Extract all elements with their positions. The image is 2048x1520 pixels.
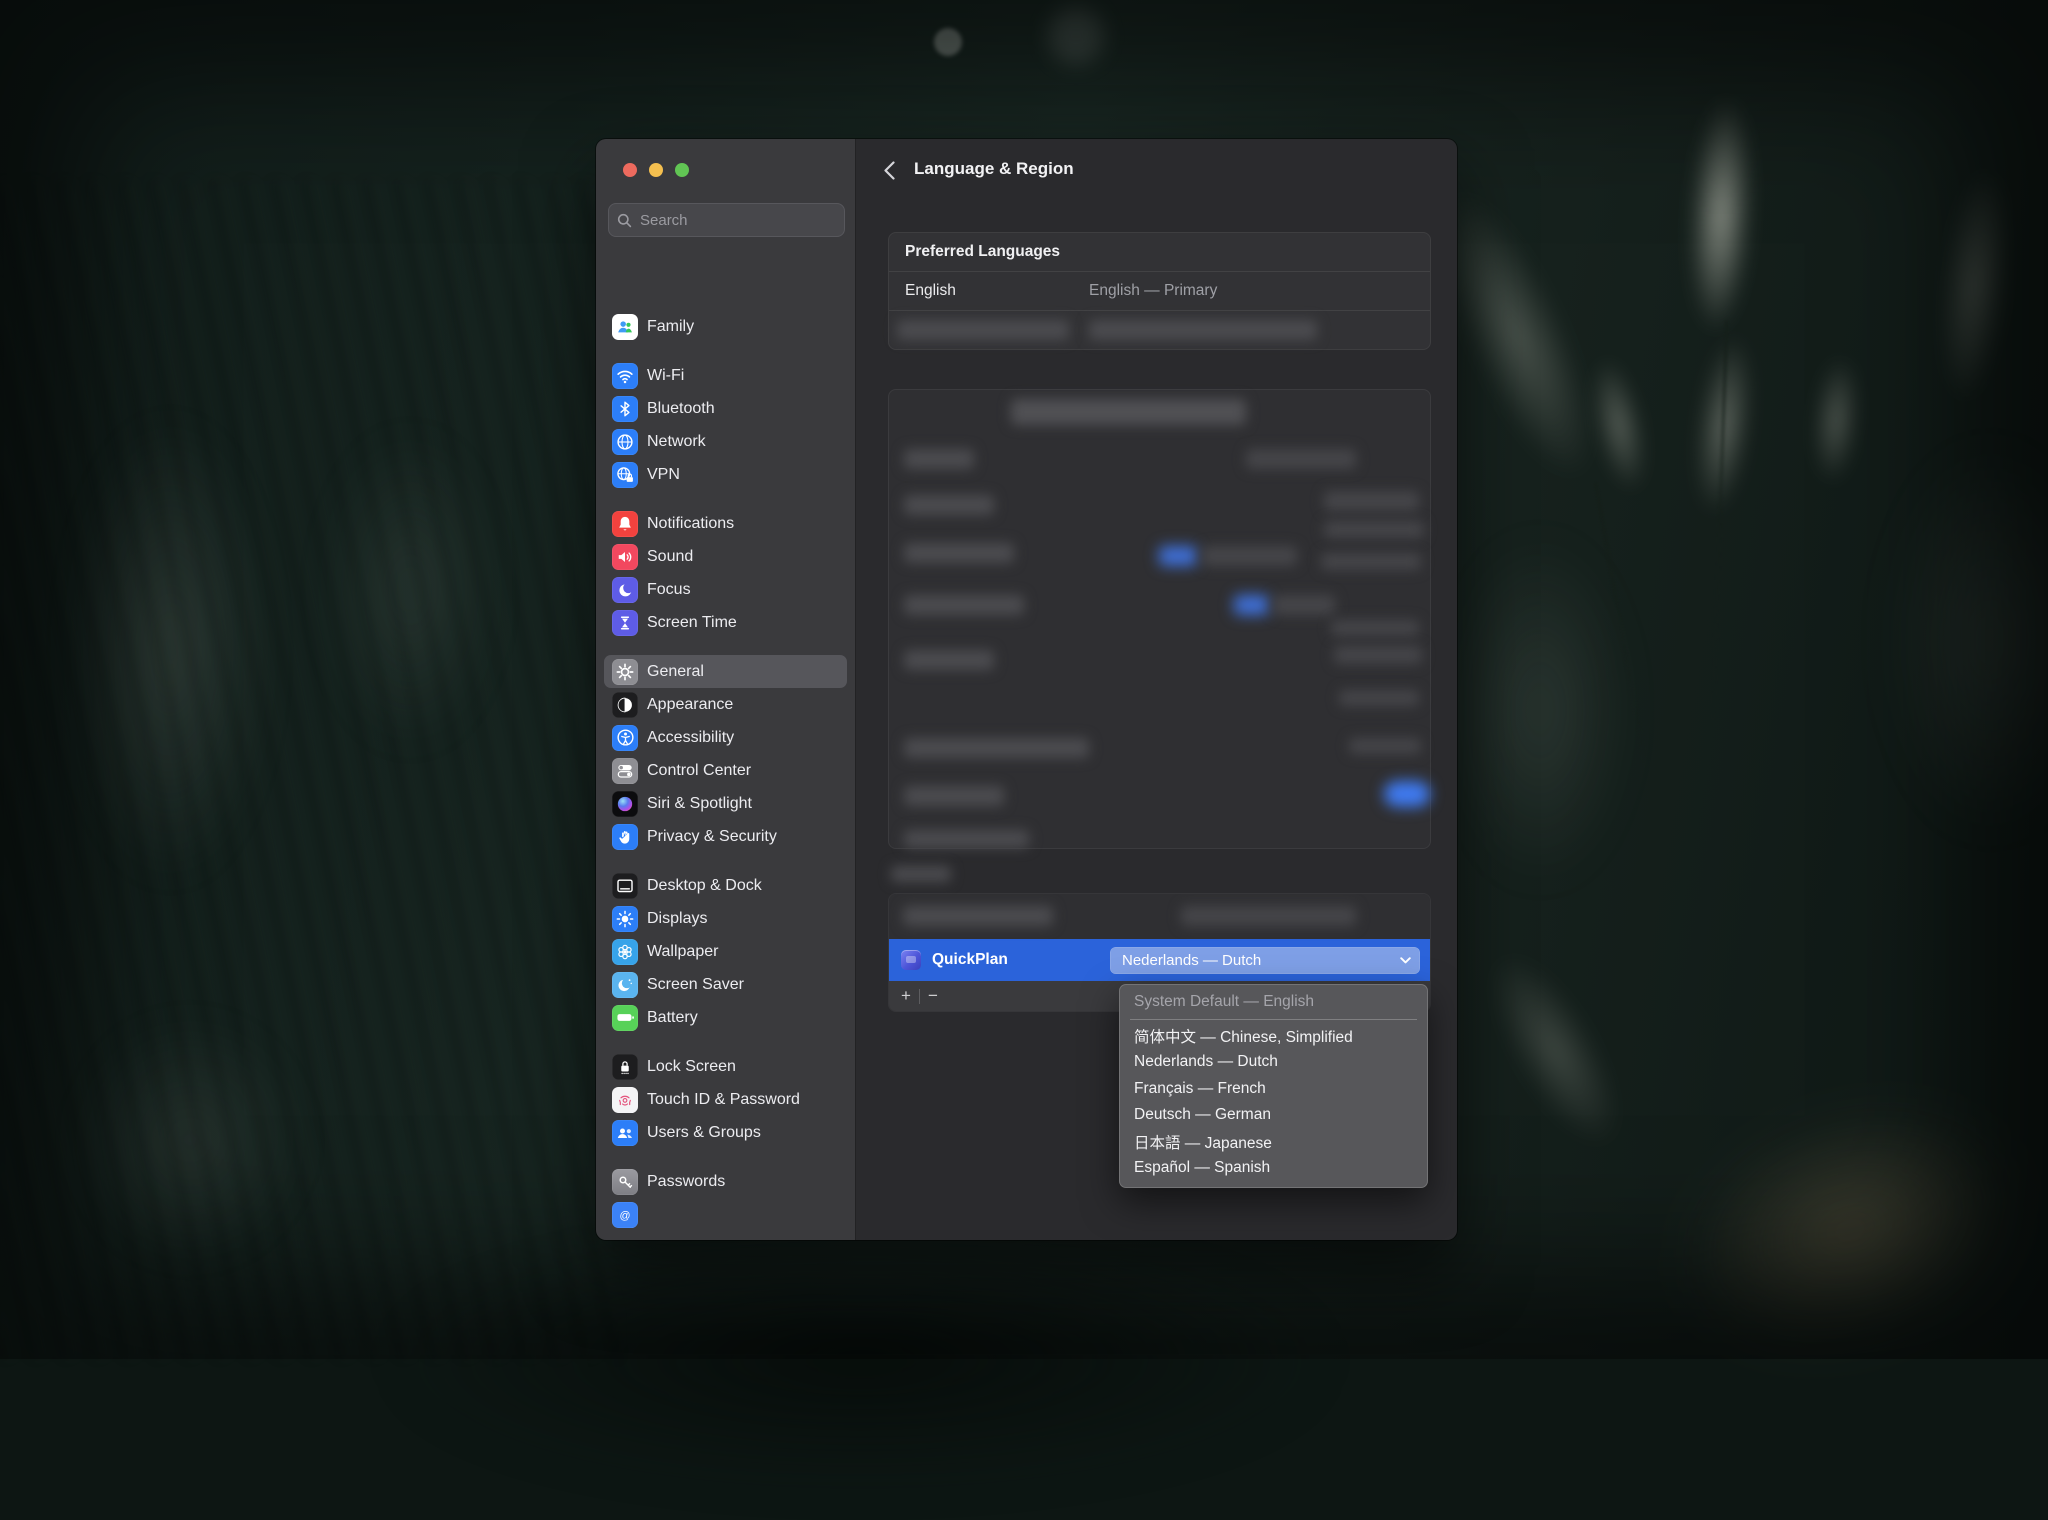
preferred-languages-header: Preferred Languages <box>905 243 1061 260</box>
back-button[interactable] <box>880 160 898 180</box>
app-language-select[interactable]: Nederlands — Dutch <box>1110 946 1420 974</box>
siri-orb-icon <box>612 790 638 817</box>
sidebar-item-vpn[interactable]: VPN <box>604 458 847 491</box>
sidebar-item-privacy-security[interactable]: Privacy & Security <box>604 820 847 853</box>
fingerprint-icon <box>612 1086 638 1113</box>
sidebar-item-general[interactable]: General <box>604 655 847 688</box>
sidebar-item-accessibility[interactable]: Accessibility <box>604 721 847 754</box>
close-button[interactable] <box>623 163 637 177</box>
accessibility-icon <box>612 724 638 751</box>
sidebar-item-focus[interactable]: Focus <box>604 573 847 606</box>
family-icon <box>612 313 638 340</box>
toggles-icon <box>612 757 638 784</box>
sidebar-item-siri-spotlight[interactable]: Siri & Spotlight <box>604 787 847 820</box>
sidebar-item-control-center[interactable]: Control Center <box>604 754 847 787</box>
add-app-button[interactable]: + <box>893 981 919 1011</box>
lock-icon <box>612 1053 638 1080</box>
moon-icon <box>612 576 638 603</box>
sidebar: Family Wi-Fi Bluetooth <box>596 139 856 1240</box>
app-row-quickplan[interactable]: QuickPlan Nederlands — Dutch <box>889 939 1430 981</box>
sidebar-item-users-groups[interactable]: Users & Groups <box>604 1116 847 1149</box>
menu-item-spanish[interactable]: Español — Spanish <box>1120 1155 1427 1182</box>
gear-icon <box>612 658 638 685</box>
sidebar-item-battery[interactable]: Battery <box>604 1001 847 1034</box>
sidebar-item-internet-accounts[interactable]: @ <box>604 1198 847 1231</box>
system-settings-window: Family Wi-Fi Bluetooth <box>596 139 1457 1240</box>
sidebar-item-notifications[interactable]: Notifications <box>604 507 847 540</box>
hourglass-icon <box>612 609 638 636</box>
sidebar-item-passwords[interactable]: Passwords <box>604 1165 847 1198</box>
menu-item-system-default: System Default — English <box>1134 993 1315 1011</box>
menu-item-chinese-simplified[interactable]: 简体中文 — Chinese, Simplified <box>1120 1023 1427 1050</box>
wifi-icon <box>612 362 638 389</box>
battery-icon <box>612 1004 638 1031</box>
sun-icon <box>612 905 638 932</box>
chevron-down-icon <box>1400 956 1411 964</box>
bluetooth-icon <box>612 395 638 422</box>
sidebar-item-bluetooth[interactable]: Bluetooth <box>604 392 847 425</box>
sidebar-nav: Family Wi-Fi Bluetooth Network VPN Notif… <box>604 310 847 1240</box>
language-region-panel: Language & Region Preferred Languages En… <box>856 139 1457 1240</box>
language-menu: System Default — English 简体中文 — Chinese,… <box>1119 984 1428 1188</box>
appearance-icon <box>612 691 638 718</box>
crescent-stars-icon <box>612 971 638 998</box>
panel-header: Language & Region <box>856 139 1457 201</box>
sidebar-item-appearance[interactable]: Appearance <box>604 688 847 721</box>
preferred-languages-group: Preferred Languages English English — Pr… <box>888 232 1431 350</box>
hand-icon <box>612 823 638 850</box>
minimize-button[interactable] <box>649 163 663 177</box>
menu-item-japanese[interactable]: 日本語 — Japanese <box>1120 1129 1427 1156</box>
globe-lock-icon <box>612 461 638 488</box>
quickplan-app-name: QuickPlan <box>932 951 1008 968</box>
page-title: Language & Region <box>914 159 1074 178</box>
internet-accounts-icon: @ <box>612 1201 638 1228</box>
sidebar-item-wifi[interactable]: Wi-Fi <box>604 359 847 392</box>
sidebar-item-family[interactable]: Family <box>604 310 847 343</box>
menu-item-french[interactable]: Français — French <box>1120 1076 1427 1103</box>
sidebar-item-network[interactable]: Network <box>604 425 847 458</box>
language-row-blurred <box>889 310 1430 349</box>
language-status: English — Primary <box>1089 282 1218 299</box>
search-input[interactable] <box>608 203 845 237</box>
language-name: English <box>905 282 956 299</box>
search-icon <box>617 213 632 228</box>
speaker-icon <box>612 543 638 570</box>
desktop-dock-icon <box>612 872 638 899</box>
menu-separator <box>1130 1018 1417 1020</box>
bell-icon <box>612 510 638 537</box>
window-controls <box>623 163 689 177</box>
preferred-languages-header-row: Preferred Languages <box>889 233 1430 271</box>
remove-app-button[interactable]: − <box>920 981 946 1011</box>
zoom-button[interactable] <box>675 163 689 177</box>
two-users-icon <box>612 1119 638 1146</box>
sidebar-item-wallpaper[interactable]: Wallpaper <box>604 935 847 968</box>
sidebar-item-sound[interactable]: Sound <box>604 540 847 573</box>
sidebar-item-lock-screen[interactable]: Lock Screen <box>604 1050 847 1083</box>
quickplan-app-icon <box>901 950 921 970</box>
sidebar-item-displays[interactable]: Displays <box>604 902 847 935</box>
svg-text:@: @ <box>620 1209 631 1221</box>
menu-item-dutch[interactable]: Nederlands — Dutch <box>1120 1049 1427 1076</box>
key-icon <box>612 1168 638 1195</box>
globe-icon <box>612 428 638 455</box>
sidebar-item-screen-time[interactable]: Screen Time <box>604 606 847 639</box>
language-row-english[interactable]: English English — Primary <box>889 271 1430 310</box>
app-row-blurred <box>889 894 1430 939</box>
sidebar-item-touch-id[interactable]: Touch ID & Password <box>604 1083 847 1116</box>
sidebar-item-desktop-dock[interactable]: Desktop & Dock <box>604 869 847 902</box>
menu-item-german[interactable]: Deutsch — German <box>1120 1102 1427 1129</box>
flower-icon <box>612 938 638 965</box>
sidebar-item-screen-saver[interactable]: Screen Saver <box>604 968 847 1001</box>
selected-language-value: Nederlands — Dutch <box>1122 951 1262 969</box>
